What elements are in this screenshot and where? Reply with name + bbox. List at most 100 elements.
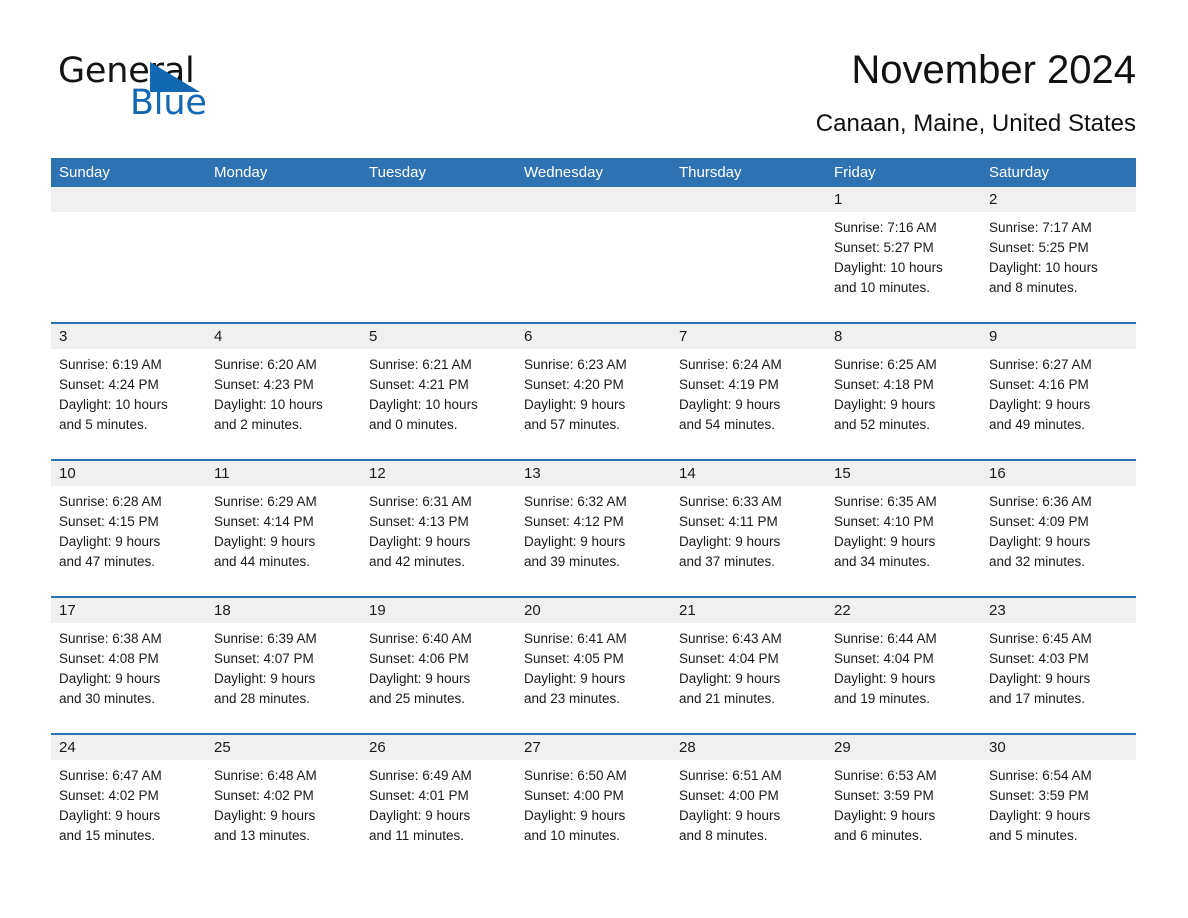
sunrise-text: Sunrise: 6:38 AM [59,631,162,646]
day-cell[interactable] [206,212,361,322]
day-cell[interactable]: Sunrise: 6:31 AM Sunset: 4:13 PM Dayligh… [361,486,516,596]
day-number[interactable]: 9 [981,324,1136,349]
day-cell[interactable]: Sunrise: 6:35 AM Sunset: 4:10 PM Dayligh… [826,486,981,596]
day-cell[interactable]: Sunrise: 6:21 AM Sunset: 4:21 PM Dayligh… [361,349,516,459]
daylight-text-line2: and 57 minutes. [524,417,621,432]
day-cell[interactable]: Sunrise: 6:54 AM Sunset: 3:59 PM Dayligh… [981,760,1136,870]
day-number[interactable]: 14 [671,461,826,486]
day-number[interactable]: 6 [516,324,671,349]
day-cell[interactable]: Sunrise: 6:41 AM Sunset: 4:05 PM Dayligh… [516,623,671,733]
day-number[interactable]: 30 [981,735,1136,760]
day-cell[interactable]: Sunrise: 6:29 AM Sunset: 4:14 PM Dayligh… [206,486,361,596]
daylight-text-line2: and 11 minutes. [369,828,465,843]
day-number[interactable]: 23 [981,598,1136,623]
daylight-text-line1: Daylight: 9 hours [369,671,471,686]
daylight-text-line1: Daylight: 10 hours [59,397,168,412]
day-number[interactable]: 25 [206,735,361,760]
daylight-text-line2: and 21 minutes. [679,691,776,706]
day-number[interactable]: 15 [826,461,981,486]
day-cell[interactable] [51,212,206,322]
sunrise-text: Sunrise: 6:33 AM [679,494,782,509]
day-detail-band: Sunrise: 7:16 AM Sunset: 5:27 PM Dayligh… [51,212,1136,322]
day-cell[interactable]: Sunrise: 6:25 AM Sunset: 4:18 PM Dayligh… [826,349,981,459]
day-number[interactable] [51,187,206,212]
weekday-header-tuesday: Tuesday [369,164,426,181]
day-cell[interactable] [361,212,516,322]
day-cell[interactable]: Sunrise: 6:32 AM Sunset: 4:12 PM Dayligh… [516,486,671,596]
day-cell[interactable]: Sunrise: 7:17 AM Sunset: 5:25 PM Dayligh… [981,212,1136,322]
sunrise-text: Sunrise: 6:27 AM [989,357,1092,372]
day-cell[interactable]: Sunrise: 6:24 AM Sunset: 4:19 PM Dayligh… [671,349,826,459]
page-title: November 2024 [851,48,1136,92]
day-number[interactable]: 1 [826,187,981,212]
day-number[interactable]: 19 [361,598,516,623]
day-cell[interactable]: Sunrise: 6:53 AM Sunset: 3:59 PM Dayligh… [826,760,981,870]
sunrise-text: Sunrise: 6:35 AM [834,494,937,509]
day-number[interactable]: 8 [826,324,981,349]
day-number[interactable]: 4 [206,324,361,349]
day-number[interactable]: 7 [671,324,826,349]
day-cell[interactable]: Sunrise: 7:16 AM Sunset: 5:27 PM Dayligh… [826,212,981,322]
sunset-text: Sunset: 4:20 PM [524,377,624,392]
day-cell[interactable]: Sunrise: 6:48 AM Sunset: 4:02 PM Dayligh… [206,760,361,870]
weekday-header-row: Sunday Monday Tuesday Wednesday Thursday… [51,158,1136,187]
sunrise-text: Sunrise: 7:16 AM [834,220,937,235]
day-number[interactable]: 20 [516,598,671,623]
day-number[interactable]: 17 [51,598,206,623]
day-number[interactable]: 26 [361,735,516,760]
day-number[interactable]: 27 [516,735,671,760]
sunrise-text: Sunrise: 6:49 AM [369,768,472,783]
day-number[interactable]: 2 [981,187,1136,212]
day-cell[interactable]: Sunrise: 6:45 AM Sunset: 4:03 PM Dayligh… [981,623,1136,733]
day-number[interactable] [206,187,361,212]
day-number[interactable]: 29 [826,735,981,760]
day-cell[interactable]: Sunrise: 6:40 AM Sunset: 4:06 PM Dayligh… [361,623,516,733]
daylight-text-line2: and 2 minutes. [214,417,303,432]
day-number[interactable]: 21 [671,598,826,623]
day-number[interactable] [516,187,671,212]
day-cell[interactable]: Sunrise: 6:20 AM Sunset: 4:23 PM Dayligh… [206,349,361,459]
sunset-text: Sunset: 5:27 PM [834,240,934,255]
day-number[interactable]: 13 [516,461,671,486]
sunset-text: Sunset: 4:11 PM [679,514,778,529]
daylight-text-line1: Daylight: 9 hours [59,808,161,823]
day-cell[interactable]: Sunrise: 6:43 AM Sunset: 4:04 PM Dayligh… [671,623,826,733]
day-cell[interactable] [671,212,826,322]
day-number[interactable]: 5 [361,324,516,349]
daylight-text-line2: and 52 minutes. [834,417,931,432]
day-number[interactable]: 12 [361,461,516,486]
day-number[interactable]: 11 [206,461,361,486]
day-detail-band: Sunrise: 6:47 AM Sunset: 4:02 PM Dayligh… [51,760,1136,870]
day-cell[interactable]: Sunrise: 6:39 AM Sunset: 4:07 PM Dayligh… [206,623,361,733]
daylight-text-line2: and 42 minutes. [369,554,466,569]
day-cell[interactable]: Sunrise: 6:44 AM Sunset: 4:04 PM Dayligh… [826,623,981,733]
day-cell[interactable]: Sunrise: 6:19 AM Sunset: 4:24 PM Dayligh… [51,349,206,459]
day-cell[interactable]: Sunrise: 6:51 AM Sunset: 4:00 PM Dayligh… [671,760,826,870]
daylight-text-line1: Daylight: 9 hours [989,397,1091,412]
day-cell[interactable]: Sunrise: 6:47 AM Sunset: 4:02 PM Dayligh… [51,760,206,870]
sunset-text: Sunset: 4:19 PM [679,377,779,392]
day-number[interactable]: 24 [51,735,206,760]
day-cell[interactable]: Sunrise: 6:27 AM Sunset: 4:16 PM Dayligh… [981,349,1136,459]
day-number[interactable]: 3 [51,324,206,349]
day-number[interactable]: 10 [51,461,206,486]
sunrise-text: Sunrise: 6:47 AM [59,768,162,783]
sunset-text: Sunset: 4:07 PM [214,651,314,666]
sunset-text: Sunset: 4:02 PM [214,788,314,803]
day-number[interactable]: 18 [206,598,361,623]
day-cell[interactable]: Sunrise: 6:50 AM Sunset: 4:00 PM Dayligh… [516,760,671,870]
day-cell[interactable]: Sunrise: 6:28 AM Sunset: 4:15 PM Dayligh… [51,486,206,596]
day-number[interactable]: 22 [826,598,981,623]
day-number[interactable] [671,187,826,212]
day-number[interactable] [361,187,516,212]
day-cell[interactable] [516,212,671,322]
week-row: 24 25 26 27 28 29 30 Sunrise: 6:47 AM Su… [51,733,1136,870]
day-cell[interactable]: Sunrise: 6:38 AM Sunset: 4:08 PM Dayligh… [51,623,206,733]
day-cell[interactable]: Sunrise: 6:49 AM Sunset: 4:01 PM Dayligh… [361,760,516,870]
day-cell[interactable]: Sunrise: 6:36 AM Sunset: 4:09 PM Dayligh… [981,486,1136,596]
day-cell[interactable]: Sunrise: 6:33 AM Sunset: 4:11 PM Dayligh… [671,486,826,596]
day-number[interactable]: 28 [671,735,826,760]
day-cell[interactable]: Sunrise: 6:23 AM Sunset: 4:20 PM Dayligh… [516,349,671,459]
day-number[interactable]: 16 [981,461,1136,486]
sunrise-text: Sunrise: 6:25 AM [834,357,937,372]
